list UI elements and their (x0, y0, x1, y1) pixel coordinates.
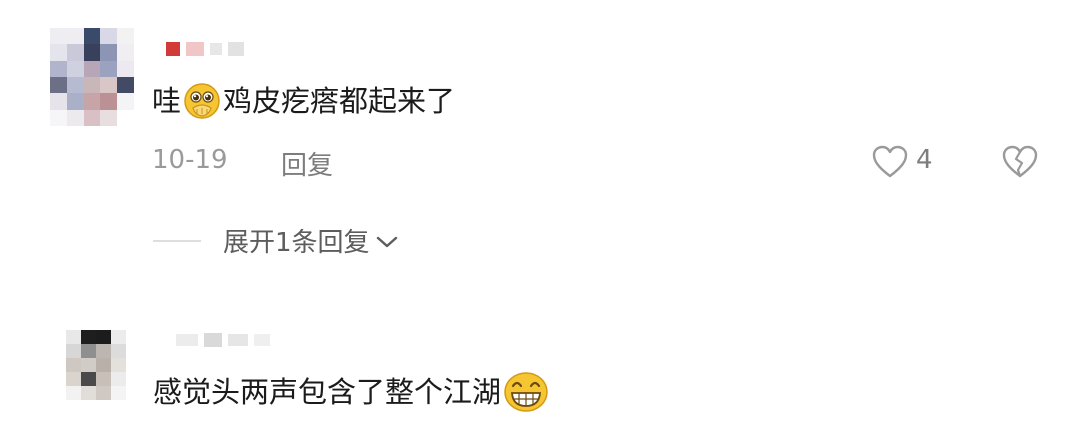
comment-text-start: 感觉头两声包含了整个江湖 (153, 375, 502, 409)
avatar[interactable] (66, 330, 126, 400)
comment-text-start: 哇 (152, 84, 182, 118)
comment-text: 感觉头两声包含了整个江湖 (153, 371, 551, 413)
username-blurred[interactable] (166, 42, 244, 56)
like-heart-icon[interactable] (872, 145, 908, 179)
username-blurred[interactable] (176, 333, 270, 347)
grinning-teeth-emoji-icon (503, 371, 549, 413)
reply-button[interactable]: 回复 (281, 145, 333, 182)
avatar[interactable] (50, 28, 134, 126)
chevron-down-icon (376, 234, 398, 248)
expand-replies-label: 展开1条回复 (223, 228, 370, 258)
like-count: 4 (916, 145, 933, 175)
comment-date: 10-19 (152, 145, 228, 175)
comment-text-end: 鸡皮疙瘩都起来了 (223, 84, 456, 118)
pleading-face-hand-emoji-icon (183, 82, 221, 120)
comment-text: 哇 鸡皮疙瘩都起来了 (152, 82, 455, 120)
dislike-broken-heart-icon[interactable] (1002, 145, 1038, 179)
divider-line (153, 239, 201, 242)
expand-replies-button[interactable]: 展开1条回复 (153, 222, 398, 259)
